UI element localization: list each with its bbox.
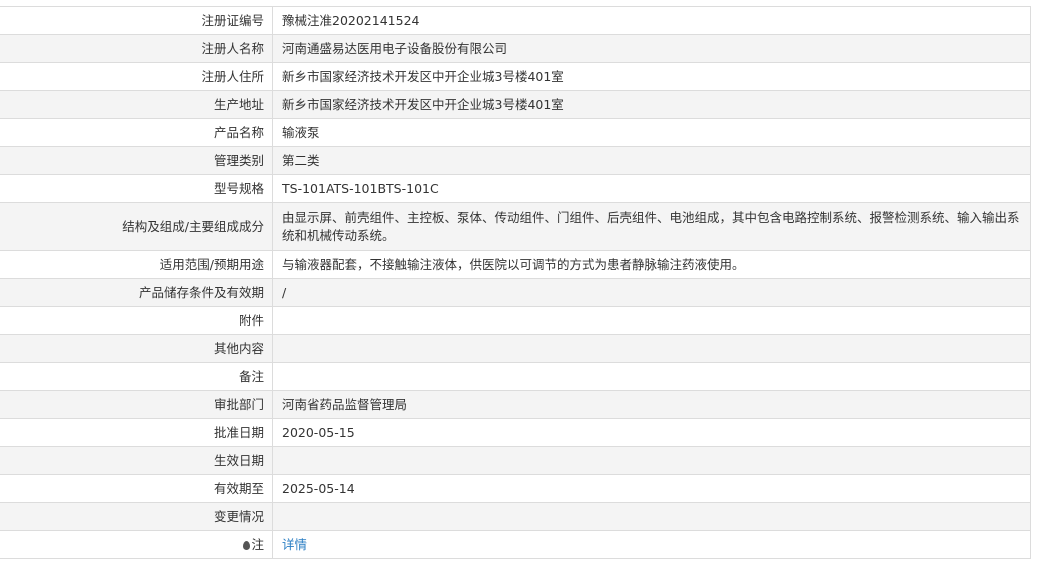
row-label: 有效期至 [0, 474, 273, 503]
details-link[interactable]: 详情 [282, 537, 307, 552]
row-label: 批准日期 [0, 418, 273, 447]
row-label: 注册人住所 [0, 62, 273, 91]
table-row: 产品储存条件及有效期 / [0, 278, 1031, 307]
row-label: 产品储存条件及有效期 [0, 278, 273, 307]
row-value: 由显示屏、前壳组件、主控板、泵体、传动组件、门组件、后壳组件、电池组成，其中包含… [272, 202, 1031, 251]
row-label: 管理类别 [0, 146, 273, 175]
table-row: 型号规格 TS-101ATS-101BTS-101C [0, 174, 1031, 203]
row-label: 备注 [0, 362, 273, 391]
row-value: / [272, 278, 1031, 307]
table-row: 注册证编号 豫械注准20202141524 [0, 6, 1031, 35]
row-value: 河南省药品监督管理局 [272, 390, 1031, 419]
table-row: 注册人名称 河南通盛易达医用电子设备股份有限公司 [0, 34, 1031, 63]
note-label-cell: 注 [0, 530, 273, 559]
row-value: 新乡市国家经济技术开发区中开企业城3号楼401室 [272, 90, 1031, 119]
row-label: 生产地址 [0, 90, 273, 119]
row-value: 豫械注准20202141524 [272, 6, 1031, 35]
row-value [272, 362, 1031, 391]
row-label: 结构及组成/主要组成成分 [0, 202, 273, 251]
row-value: TS-101ATS-101BTS-101C [272, 174, 1031, 203]
table-row: 结构及组成/主要组成成分 由显示屏、前壳组件、主控板、泵体、传动组件、门组件、后… [0, 202, 1031, 251]
table-row: 变更情况 [0, 502, 1031, 531]
table-row: 有效期至 2025-05-14 [0, 474, 1031, 503]
table-row: 审批部门 河南省药品监督管理局 [0, 390, 1031, 419]
row-value [272, 502, 1031, 531]
row-label: 注册证编号 [0, 6, 273, 35]
row-value [272, 306, 1031, 335]
row-value: 与输液器配套，不接触输注液体，供医院以可调节的方式为患者静脉输注药液使用。 [272, 250, 1031, 279]
row-value [272, 334, 1031, 363]
table-row: 产品名称 输液泵 [0, 118, 1031, 147]
table-row: 管理类别 第二类 [0, 146, 1031, 175]
row-value [272, 446, 1031, 475]
row-value: 2020-05-15 [272, 418, 1031, 447]
row-label: 附件 [0, 306, 273, 335]
note-row: 注 详情 [0, 530, 1031, 559]
row-value: 2025-05-14 [272, 474, 1031, 503]
table-row: 备注 [0, 362, 1031, 391]
row-label: 适用范围/预期用途 [0, 250, 273, 279]
row-label: 变更情况 [0, 502, 273, 531]
row-label: 审批部门 [0, 390, 273, 419]
row-label: 注册人名称 [0, 34, 273, 63]
row-value: 第二类 [272, 146, 1031, 175]
table-row: 附件 [0, 306, 1031, 335]
row-value: 新乡市国家经济技术开发区中开企业城3号楼401室 [272, 62, 1031, 91]
registration-detail-table: 注册证编号 豫械注准20202141524 注册人名称 河南通盛易达医用电子设备… [0, 6, 1031, 559]
note-label: 注 [251, 536, 264, 552]
row-label: 生效日期 [0, 446, 273, 475]
table-row: 其他内容 [0, 334, 1031, 363]
row-label: 其他内容 [0, 334, 273, 363]
row-value: 河南通盛易达医用电子设备股份有限公司 [272, 34, 1031, 63]
row-value: 输液泵 [272, 118, 1031, 147]
table-row: 适用范围/预期用途 与输液器配套，不接触输注液体，供医院以可调节的方式为患者静脉… [0, 250, 1031, 279]
table-row: 批准日期 2020-05-15 [0, 418, 1031, 447]
note-value-cell: 详情 [272, 530, 1031, 559]
table-row: 生效日期 [0, 446, 1031, 475]
row-label: 产品名称 [0, 118, 273, 147]
table-row: 生产地址 新乡市国家经济技术开发区中开企业城3号楼401室 [0, 90, 1031, 119]
row-label: 型号规格 [0, 174, 273, 203]
table-row: 注册人住所 新乡市国家经济技术开发区中开企业城3号楼401室 [0, 62, 1031, 91]
pin-icon [243, 540, 251, 550]
